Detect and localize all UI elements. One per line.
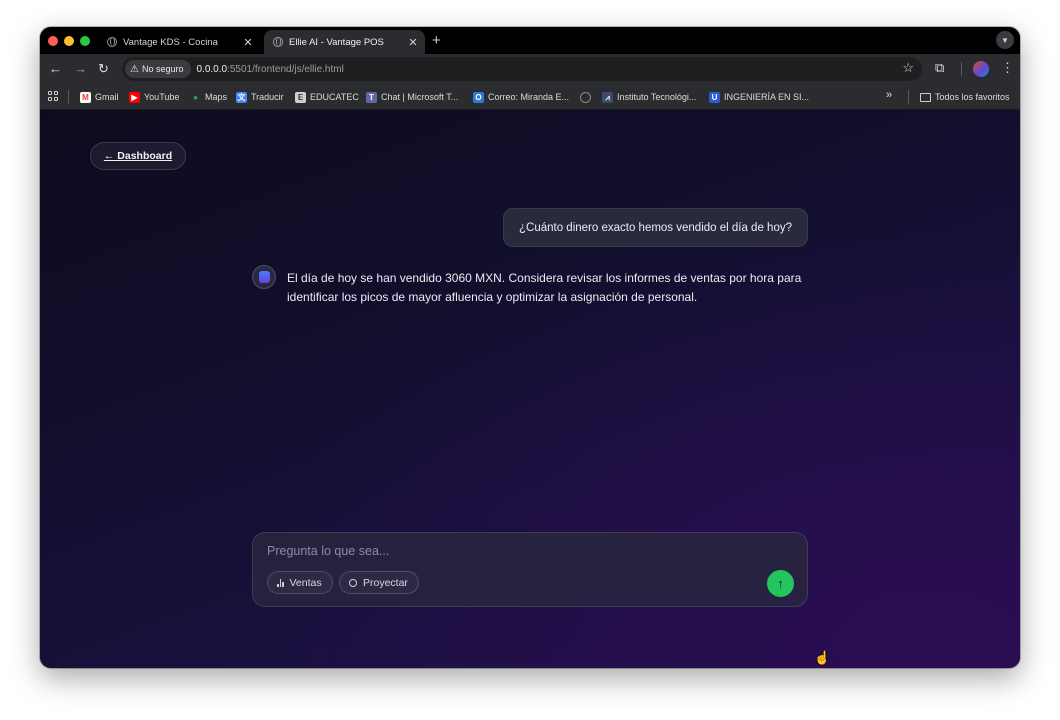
ellie-chat-page: ← Dashboard ¿Cuánto dinero exacto hemos … bbox=[40, 110, 1020, 668]
bookmark-maps[interactable]: ● Maps bbox=[190, 90, 227, 104]
bookmark-label: Instituto Tecnológi... bbox=[617, 92, 697, 102]
bookmark-instituto[interactable]: ⩘ Instituto Tecnológi... bbox=[602, 90, 696, 104]
toolbar-divider bbox=[961, 62, 962, 76]
educatec-icon: E bbox=[295, 91, 306, 103]
tab-title: Vantage KDS - Cocina bbox=[123, 36, 218, 48]
bookmark-label: INGENIERÍA EN SI... bbox=[724, 92, 810, 102]
globe-icon bbox=[107, 37, 117, 47]
bookmark-youtube[interactable]: ▶ YouTube bbox=[129, 90, 179, 104]
url-host: 0.0.0.0 bbox=[196, 63, 228, 75]
folder-icon bbox=[920, 92, 931, 102]
bookmarks-divider bbox=[908, 90, 909, 104]
bookmark-globe[interactable] bbox=[580, 90, 595, 104]
bookmark-label: Maps bbox=[205, 92, 228, 102]
chat-composer: Pregunta lo que sea... Ventas Proyectar … bbox=[252, 532, 808, 607]
minimize-window-button[interactable] bbox=[64, 36, 74, 46]
tab-title: Ellie AI - Vantage POS bbox=[289, 36, 384, 48]
back-arrow-icon[interactable]: ← bbox=[49, 61, 62, 77]
url-path: :5501/frontend/js/ellie.html bbox=[227, 63, 344, 75]
bookmarks-bar: M Gmail ▶ YouTube ● Maps 文 Traducir E ED… bbox=[40, 84, 1020, 110]
instituto-icon: ⩘ bbox=[602, 91, 613, 103]
url-text[interactable]: 0.0.0.0:5501/frontend/js/ellie.html bbox=[197, 64, 344, 75]
chip-label: Proyectar bbox=[363, 576, 408, 589]
bookmark-label: Correo: Miranda E... bbox=[488, 92, 570, 102]
arrow-up-icon: ↑ bbox=[777, 576, 784, 591]
translate-icon: 文 bbox=[236, 91, 247, 103]
bookmark-gmail[interactable]: M Gmail bbox=[80, 90, 119, 104]
tab-close-icon[interactable]: ✕ bbox=[405, 36, 421, 49]
ingenieria-icon: U bbox=[709, 91, 720, 103]
dashboard-back-button[interactable]: ← Dashboard bbox=[90, 142, 186, 170]
bookmark-label: EDUCATEC bbox=[310, 92, 359, 102]
bar-chart-icon bbox=[277, 578, 284, 587]
hand-cursor-icon: ☝ bbox=[814, 650, 831, 665]
youtube-icon: ▶ bbox=[129, 91, 140, 103]
ventas-chip-button[interactable]: Ventas bbox=[267, 571, 333, 594]
extensions-icon[interactable]: ⧉ bbox=[935, 60, 944, 76]
bookmarks-divider bbox=[68, 90, 69, 104]
bookmark-correo[interactable]: O Correo: Miranda E... bbox=[473, 90, 569, 104]
gmail-icon: M bbox=[80, 91, 91, 103]
globe-icon bbox=[273, 37, 283, 47]
all-favorites-folder[interactable]: Todos los favoritos bbox=[920, 90, 1010, 104]
proyectar-chip-button[interactable]: Proyectar bbox=[339, 571, 419, 594]
ellie-avatar bbox=[252, 265, 276, 289]
globe-icon bbox=[580, 91, 591, 103]
security-label: No seguro bbox=[141, 64, 184, 74]
bookmark-teams[interactable]: T Chat | Microsoft T... bbox=[366, 90, 458, 104]
browser-menu-icon[interactable]: ⋮ bbox=[1001, 60, 1014, 76]
reload-icon[interactable]: ↻ bbox=[98, 61, 109, 77]
tab-close-icon[interactable]: ✕ bbox=[240, 36, 256, 49]
bookmark-label: YouTube bbox=[144, 92, 180, 102]
new-tab-button[interactable]: + bbox=[432, 32, 441, 49]
user-message-bubble: ¿Cuánto dinero exacto hemos vendido el d… bbox=[503, 208, 808, 247]
warning-icon: ⚠ bbox=[130, 63, 139, 75]
close-window-button[interactable] bbox=[48, 36, 58, 46]
send-button[interactable]: ↑ bbox=[767, 570, 794, 597]
all-favorites-label: Todos los favoritos bbox=[935, 92, 1010, 102]
teams-icon: T bbox=[366, 91, 377, 103]
tab-strip: Vantage KDS - Cocina ✕ Ellie AI - Vantag… bbox=[40, 27, 1020, 54]
ellie-logo-icon bbox=[259, 271, 270, 283]
bookmark-educatec[interactable]: E EDUCATEC bbox=[295, 90, 359, 104]
more-bookmarks-icon[interactable]: » bbox=[886, 89, 892, 101]
bookmark-label: Chat | Microsoft T... bbox=[381, 92, 459, 102]
user-message-text: ¿Cuánto dinero exacto hemos vendido el d… bbox=[519, 221, 792, 234]
address-bar[interactable]: ⚠ No seguro 0.0.0.0:5501/frontend/js/ell… bbox=[122, 57, 922, 81]
circle-icon bbox=[349, 578, 357, 587]
browser-toolbar: ← → ↻ ⚠ No seguro 0.0.0.0:5501/frontend/… bbox=[40, 54, 1020, 84]
profile-avatar[interactable] bbox=[973, 61, 989, 77]
apps-grid-icon[interactable] bbox=[48, 91, 59, 102]
bookmark-star-icon[interactable]: ☆ bbox=[902, 60, 914, 76]
maximize-window-button[interactable] bbox=[80, 36, 90, 46]
outlook-icon: O bbox=[473, 91, 484, 103]
tab-search-icon[interactable]: ▼ bbox=[996, 31, 1014, 49]
forward-arrow-icon[interactable]: → bbox=[74, 61, 87, 77]
tab-ellie-ai[interactable]: Ellie AI - Vantage POS ✕ bbox=[264, 30, 425, 54]
chip-label: Ventas bbox=[289, 576, 322, 589]
bookmark-label: Gmail bbox=[95, 92, 119, 102]
assistant-message-text: El día de hoy se han vendido 3060 MXN. C… bbox=[287, 271, 802, 304]
tab-vantage-kds[interactable]: Vantage KDS - Cocina ✕ bbox=[98, 30, 260, 54]
chat-input[interactable]: Pregunta lo que sea... bbox=[267, 544, 389, 558]
bookmark-ingenieria[interactable]: U INGENIERÍA EN SI... bbox=[709, 90, 809, 104]
bookmark-traducir[interactable]: 文 Traducir bbox=[236, 90, 284, 104]
bookmark-label: Traducir bbox=[251, 92, 284, 102]
browser-window: Vantage KDS - Cocina ✕ Ellie AI - Vantag… bbox=[40, 27, 1020, 668]
maps-icon: ● bbox=[193, 92, 198, 102]
security-chip[interactable]: ⚠ No seguro bbox=[125, 60, 191, 78]
